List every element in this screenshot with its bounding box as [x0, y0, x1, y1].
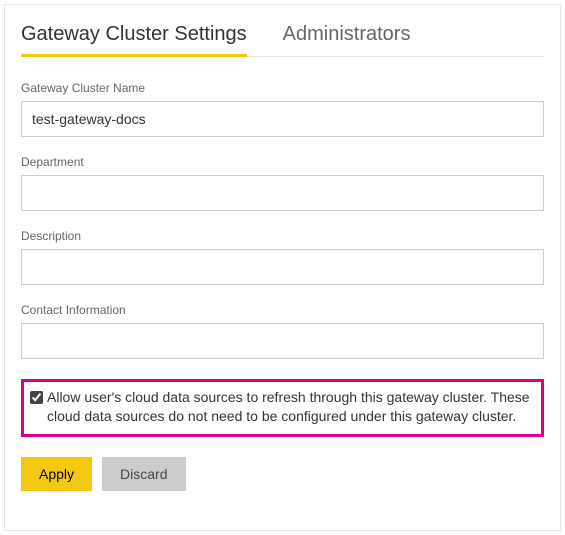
field-group-description: Description — [21, 229, 544, 285]
checkbox-allow-cloud-refresh-label: Allow user's cloud data sources to refre… — [47, 388, 535, 426]
field-group-department: Department — [21, 155, 544, 211]
tab-administrators[interactable]: Administrators — [283, 19, 411, 56]
apply-button[interactable]: Apply — [21, 457, 92, 491]
label-description: Description — [21, 229, 544, 243]
tabs: Gateway Cluster Settings Administrators — [21, 19, 544, 57]
input-gateway-cluster-name[interactable] — [21, 101, 544, 137]
label-gateway-cluster-name: Gateway Cluster Name — [21, 81, 544, 95]
input-contact-information[interactable] — [21, 323, 544, 359]
label-contact-information: Contact Information — [21, 303, 544, 317]
input-description[interactable] — [21, 249, 544, 285]
button-row: Apply Discard — [21, 457, 544, 491]
discard-button[interactable]: Discard — [102, 457, 185, 491]
settings-panel: Gateway Cluster Settings Administrators … — [4, 4, 561, 531]
field-group-name: Gateway Cluster Name — [21, 81, 544, 137]
checkbox-allow-cloud-refresh[interactable] — [30, 391, 43, 404]
tab-gateway-cluster-settings[interactable]: Gateway Cluster Settings — [21, 19, 247, 56]
input-department[interactable] — [21, 175, 544, 211]
label-department: Department — [21, 155, 544, 169]
checkbox-allow-cloud-refresh-row: Allow user's cloud data sources to refre… — [21, 379, 544, 437]
field-group-contact: Contact Information — [21, 303, 544, 359]
